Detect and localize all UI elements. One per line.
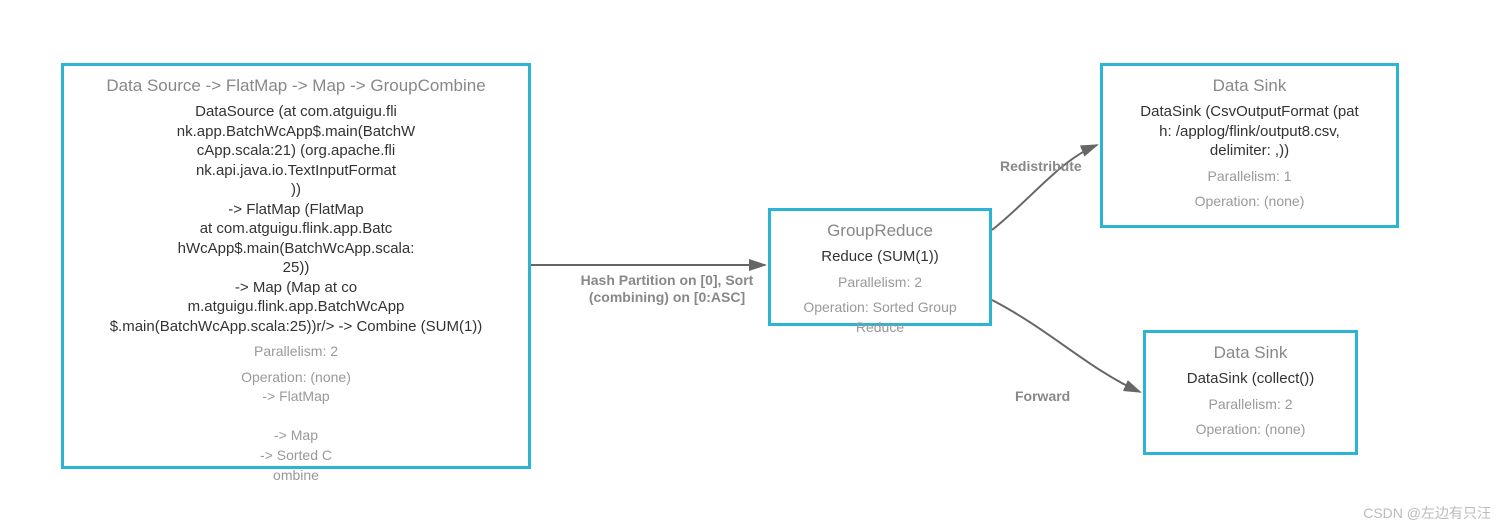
node-title: Data Source -> FlatMap -> Map -> GroupCo…	[76, 76, 516, 96]
node-body: DataSource (at com.atguigu.fli nk.app.Ba…	[76, 102, 516, 336]
node-title: Data Sink	[1115, 76, 1384, 96]
node-body: DataSink (CsvOutputFormat (pat h: /applo…	[1115, 102, 1384, 161]
node-operation: Operation: (none)	[1115, 192, 1384, 212]
node-operation: Operation: (none) -> FlatMap -> Map -> S…	[76, 368, 516, 486]
node-group-reduce[interactable]: GroupReduce Reduce (SUM(1)) Parallelism:…	[768, 208, 992, 326]
edge-label-forward: Forward	[1015, 388, 1070, 405]
edge-label-hash-partition: Hash Partition on [0], Sort (combining) …	[577, 272, 757, 306]
node-operation: Operation: (none)	[1158, 420, 1343, 440]
node-data-sink-csv[interactable]: Data Sink DataSink (CsvOutputFormat (pat…	[1100, 63, 1399, 228]
node-body: Reduce (SUM(1))	[783, 247, 977, 267]
node-parallelism: Parallelism: 2	[783, 273, 977, 293]
node-parallelism: Parallelism: 2	[76, 342, 516, 362]
node-data-source[interactable]: Data Source -> FlatMap -> Map -> GroupCo…	[61, 63, 531, 469]
node-title: GroupReduce	[783, 221, 977, 241]
node-title: Data Sink	[1158, 343, 1343, 363]
node-body: DataSink (collect())	[1158, 369, 1343, 389]
node-operation: Operation: Sorted Group Reduce	[783, 298, 977, 337]
node-parallelism: Parallelism: 2	[1158, 395, 1343, 415]
node-data-sink-collect[interactable]: Data Sink DataSink (collect()) Paralleli…	[1143, 330, 1358, 455]
watermark-text: CSDN @左边有只汪	[1363, 503, 1491, 523]
node-parallelism: Parallelism: 1	[1115, 167, 1384, 187]
edge-label-redistribute: Redistribute	[1000, 158, 1082, 175]
